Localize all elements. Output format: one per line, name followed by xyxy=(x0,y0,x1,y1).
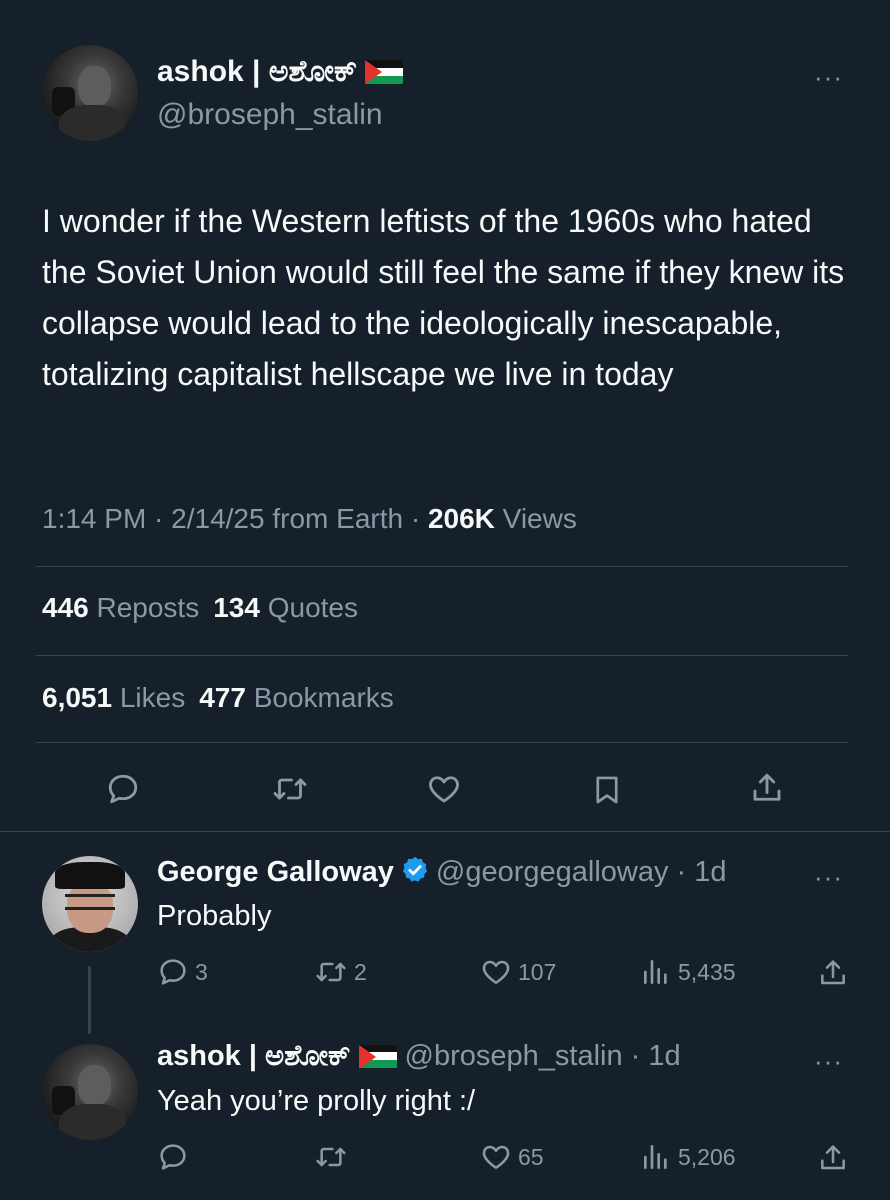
share-icon[interactable] xyxy=(817,956,849,990)
reply-text: Yeah you’re prolly right :/ xyxy=(157,1085,476,1117)
author-handle[interactable]: @broseph_stalin xyxy=(157,98,383,132)
reply-icon xyxy=(160,1144,186,1170)
divider xyxy=(36,566,848,567)
heart-icon xyxy=(482,960,510,984)
share-icon[interactable] xyxy=(817,1141,849,1175)
author-avatar[interactable] xyxy=(42,45,138,141)
quotes-label: Quotes xyxy=(259,592,358,623)
reply-handle-time[interactable]: @georgegalloway · 1d xyxy=(436,856,727,889)
views-count: 206K xyxy=(427,503,495,534)
bookmarks-count: 477 xyxy=(199,682,246,713)
reply-reply-button[interactable]: 3 xyxy=(157,956,208,988)
thread-connector-line xyxy=(88,966,91,1034)
likes-label: Likes xyxy=(112,682,186,713)
tweet-detail-page: ashok | ಅಶೋಕ್ @broseph_stalin ··· I wond… xyxy=(0,0,890,1200)
tweet-text: I wonder if the Western leftists of the … xyxy=(42,203,845,392)
quotes-count: 134 xyxy=(213,592,260,623)
avatar-glasses-shape xyxy=(65,894,115,910)
more-options-icon[interactable]: ··· xyxy=(814,1048,843,1074)
reply-display-name[interactable]: George Galloway xyxy=(157,856,394,889)
like-count: 107 xyxy=(518,958,557,985)
likes-count: 6,051 xyxy=(42,682,113,713)
reply-repost-button[interactable] xyxy=(314,1141,354,1173)
author-name-row[interactable]: ashok | ಅಶೋಕ್ xyxy=(157,55,404,89)
reply-avatar[interactable] xyxy=(42,1044,138,1140)
reply-count: 3 xyxy=(195,958,208,985)
repost-icon xyxy=(316,1147,346,1167)
tweet-meta: 1:14 PM · 2/14/25 from Earth · 206K View… xyxy=(42,503,577,535)
divider xyxy=(0,831,890,832)
more-options-icon[interactable]: ··· xyxy=(814,64,843,90)
more-options-icon[interactable]: ··· xyxy=(814,864,843,890)
palestine-flag-icon xyxy=(365,60,404,84)
views-icon xyxy=(644,1145,667,1169)
palestine-flag-icon xyxy=(358,1044,397,1069)
reply-icon[interactable] xyxy=(105,771,141,807)
bookmark-icon[interactable] xyxy=(590,771,624,809)
reposts-count: 446 xyxy=(42,592,89,623)
quotes-stat[interactable]: 134 Quotes xyxy=(213,592,358,623)
views-icon xyxy=(644,960,667,984)
repost-icon xyxy=(316,962,346,982)
views-label: Views xyxy=(494,503,577,534)
author-display-name[interactable]: ashok | ಅಶೋಕ್ xyxy=(157,55,357,89)
avatar-face-shape xyxy=(78,1065,112,1106)
avatar-body-shape xyxy=(59,1103,127,1140)
avatar-body-shape xyxy=(59,104,127,141)
bookmarks-stat[interactable]: 477 Bookmarks xyxy=(199,682,394,713)
repost-count: 2 xyxy=(354,958,367,985)
reply-avatar[interactable] xyxy=(42,856,138,952)
reply-like-button[interactable]: 107 xyxy=(480,956,556,988)
reply-like-button[interactable]: 65 xyxy=(480,1141,544,1173)
reply-icon xyxy=(160,959,186,985)
heart-icon[interactable] xyxy=(425,771,463,807)
reply-repost-button[interactable]: 2 xyxy=(314,956,367,988)
reposts-quotes-row: 446 Reposts 134 Quotes xyxy=(42,592,358,624)
verified-badge-icon xyxy=(400,855,430,890)
reply-name-row[interactable]: ashok | ಅಶೋಕ್ @broseph_stalin · 1d xyxy=(157,1040,681,1073)
heart-icon xyxy=(482,1145,510,1169)
avatar-hat-shape xyxy=(55,861,125,889)
reply-reply-button[interactable] xyxy=(157,1141,195,1173)
reply-name-row[interactable]: George Galloway @georgegalloway · 1d xyxy=(157,855,727,890)
likes-stat[interactable]: 6,051 Likes xyxy=(42,682,185,713)
view-count: 5,206 xyxy=(678,1143,736,1170)
reply-views-button[interactable]: 5,206 xyxy=(640,1141,736,1173)
reply-views-button[interactable]: 5,435 xyxy=(640,956,736,988)
bookmarks-label: Bookmarks xyxy=(245,682,394,713)
likes-bookmarks-row: 6,051 Likes 477 Bookmarks xyxy=(42,682,394,714)
reply-text: Probably xyxy=(157,900,272,932)
divider xyxy=(36,742,848,743)
like-count: 65 xyxy=(518,1143,544,1170)
reposts-stat[interactable]: 446 Reposts xyxy=(42,592,199,623)
tweet-timestamp[interactable]: 1:14 PM · 2/14/25 from Earth · xyxy=(42,503,428,534)
divider xyxy=(36,655,848,656)
view-count: 5,435 xyxy=(678,958,736,985)
reply-handle-time[interactable]: @broseph_stalin · 1d xyxy=(405,1040,681,1073)
reposts-label: Reposts xyxy=(88,592,200,623)
share-icon[interactable] xyxy=(749,769,785,807)
repost-icon[interactable] xyxy=(271,771,309,807)
avatar-face-shape xyxy=(78,66,112,107)
reply-display-name[interactable]: ashok | ಅಶೋಕ್ xyxy=(157,1040,351,1073)
